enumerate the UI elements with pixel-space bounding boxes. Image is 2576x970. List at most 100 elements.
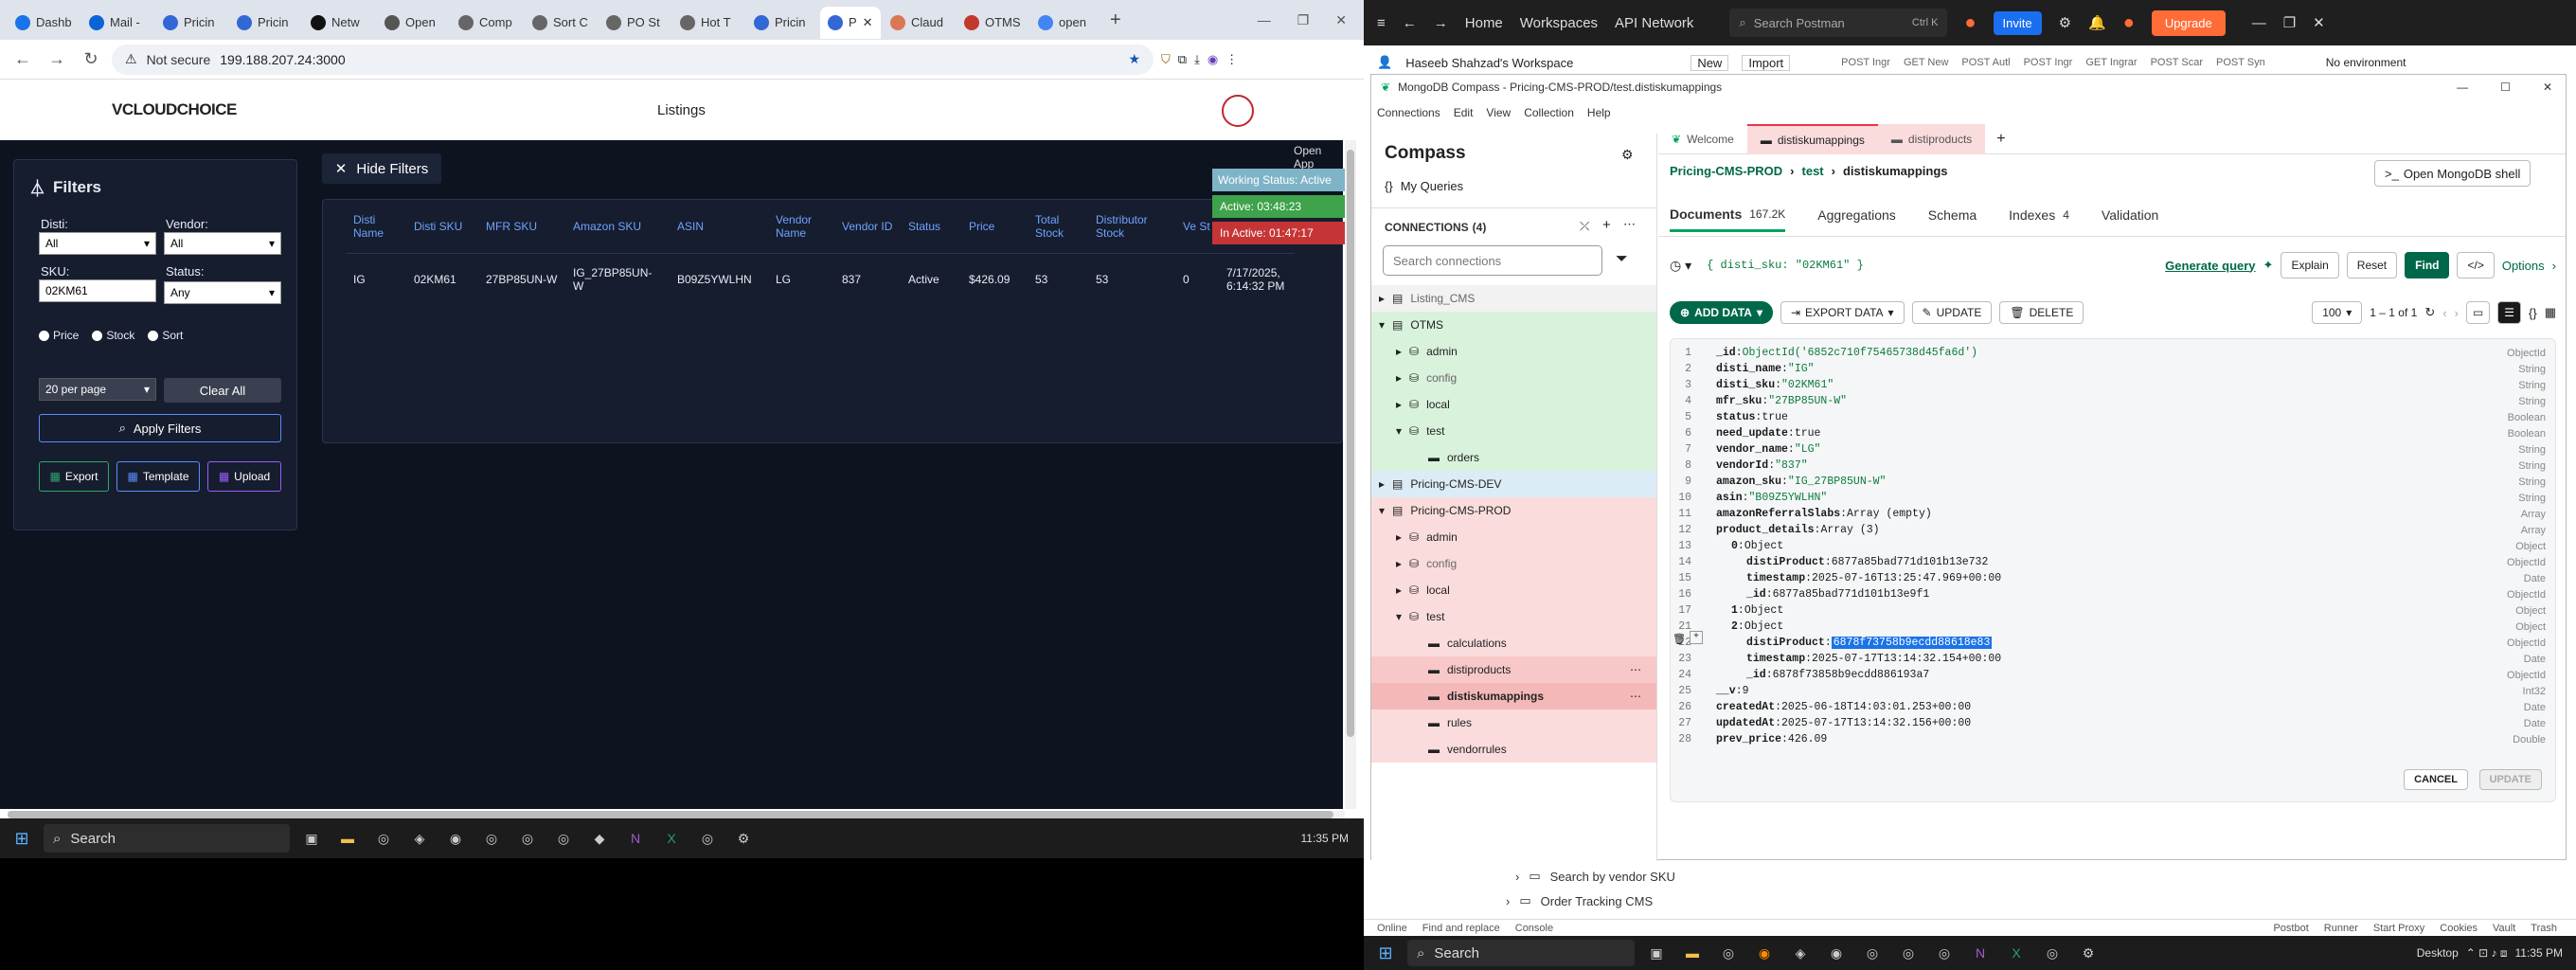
- restore-icon[interactable]: ❐: [2283, 14, 2296, 31]
- field-key[interactable]: _id: [1716, 347, 1736, 359]
- browser-tab[interactable]: Mail -: [81, 7, 153, 39]
- avatar[interactable]: ●: [2123, 12, 2135, 34]
- json-view-icon[interactable]: {}: [2529, 306, 2537, 320]
- firefox-icon[interactable]: ◉: [1750, 939, 1779, 967]
- menu-view[interactable]: View: [1486, 106, 1511, 119]
- upload-button[interactable]: ▦ Upload: [207, 461, 281, 492]
- profile-icon[interactable]: ◉: [1208, 52, 1218, 67]
- field-value[interactable]: 2025-06-18T14:03:01.253+00:00: [1781, 701, 1971, 713]
- omnibox[interactable]: ⚠ Not secure 199.188.207.24:3000 ★: [112, 44, 1154, 75]
- export-data-button[interactable]: ⇥ EXPORT DATA ▾: [1780, 301, 1905, 324]
- postman-search[interactable]: ⌕ Search Postman Ctrl K: [1729, 9, 1948, 37]
- status-proxy[interactable]: Start Proxy: [2373, 923, 2424, 934]
- menu-icon[interactable]: ≡: [1377, 15, 1386, 31]
- tab-distiproducts[interactable]: ▬ distiproducts: [1877, 123, 1986, 154]
- field-key[interactable]: amazon_sku: [1716, 476, 1781, 488]
- disti-select[interactable]: All ▾: [39, 232, 156, 255]
- browser-tab[interactable]: Claud: [883, 7, 955, 39]
- environment-select[interactable]: No environment: [2326, 56, 2406, 69]
- field-value[interactable]: 6878f73758b9ecdd88618e83: [1831, 637, 1993, 649]
- browser-tab[interactable]: Netw: [303, 7, 375, 39]
- browser-tab[interactable]: PO St: [599, 7, 671, 39]
- update-button[interactable]: ✎ UPDATE: [1911, 301, 1993, 324]
- browser-tab[interactable]: Pricin: [155, 7, 227, 39]
- tree-item[interactable]: ▸ ⛁ admin: [1371, 338, 1656, 365]
- browser-tab[interactable]: Pricin: [229, 7, 301, 39]
- browser-tab[interactable]: open: [1030, 7, 1102, 39]
- open-shell-button[interactable]: >_ Open MongoDB shell: [2374, 160, 2531, 187]
- radio-stock[interactable]: Stock: [92, 329, 134, 342]
- request-tab[interactable]: POST Ingr: [2024, 57, 2073, 68]
- search-connections-input[interactable]: Search connections: [1383, 245, 1602, 276]
- windows-start-icon[interactable]: ⊞: [1371, 939, 1400, 967]
- document-line[interactable]: 24 _id : 6878f73858b9ecdd886193a7 ObjectId: [1671, 667, 2555, 683]
- windows-start-icon[interactable]: ⊞: [8, 824, 36, 853]
- template-button[interactable]: ▦ Template: [116, 461, 200, 492]
- field-value[interactable]: Object: [1744, 604, 1783, 617]
- explain-button[interactable]: Explain: [2281, 252, 2339, 278]
- prev-page-icon[interactable]: ‹: [2442, 306, 2446, 320]
- request-tab[interactable]: GET Ingrar: [2085, 57, 2137, 68]
- document-line[interactable]: 10 asin : "B09Z5YWLHN" String: [1671, 490, 2555, 506]
- reset-button[interactable]: Reset: [2346, 252, 2398, 278]
- onenote-icon[interactable]: N: [621, 824, 650, 853]
- field-key[interactable]: disti_name: [1716, 363, 1781, 375]
- minimize-icon[interactable]: —: [2252, 15, 2266, 31]
- tree-item[interactable]: ▾ ⛁ test: [1371, 418, 1656, 444]
- menu-connections[interactable]: Connections: [1377, 106, 1440, 119]
- document-line[interactable]: 21 2 : Object Object: [1671, 619, 2555, 635]
- document-line[interactable]: 26 createdAt : 2025-06-18T14:03:01.253+00…: [1671, 699, 2555, 715]
- field-value[interactable]: "B09Z5YWLHN": [1749, 492, 1828, 504]
- cancel-button[interactable]: CANCEL: [2404, 769, 2468, 790]
- field-value[interactable]: 6878f73858b9ecdd886193a7: [1773, 669, 1930, 681]
- field-value[interactable]: 2025-07-17T13:14:32.154+00:00: [1812, 653, 2001, 665]
- document-line[interactable]: 17 1 : Object Object: [1671, 602, 2555, 619]
- field-key[interactable]: _id: [1746, 588, 1766, 601]
- request-tab[interactable]: POST Autl: [1961, 57, 2010, 68]
- clear-all-button[interactable]: Clear All: [164, 378, 281, 403]
- chrome-icon[interactable]: ◎: [369, 824, 398, 853]
- my-queries-link[interactable]: {} My Queries: [1385, 179, 1463, 193]
- browser-tab[interactable]: Dashb: [8, 7, 80, 39]
- document-line[interactable]: 13 0 : Object Object: [1671, 538, 2555, 554]
- import-button[interactable]: Import: [1742, 54, 1791, 71]
- settings-icon[interactable]: ⚙: [2059, 14, 2071, 31]
- status-trash[interactable]: Trash: [2531, 923, 2557, 934]
- app-icon[interactable]: ◎: [477, 824, 506, 853]
- menu-edit[interactable]: Edit: [1454, 106, 1474, 119]
- document-line[interactable]: 25 __v : 9 Int32: [1671, 683, 2555, 699]
- document-line[interactable]: 3 disti_sku : "02KM61" String: [1671, 377, 2555, 393]
- browser-tab[interactable]: Open: [377, 7, 449, 39]
- field-key[interactable]: prev_price: [1716, 733, 1781, 745]
- tree-item[interactable]: ▸ ⛁ local: [1371, 391, 1656, 418]
- subtab-documents[interactable]: Documents 167.2K: [1670, 198, 1786, 232]
- field-value[interactable]: Object: [1744, 540, 1783, 552]
- per-page-select[interactable]: 20 per page ▾: [39, 378, 156, 401]
- browser-tab[interactable]: Comp: [451, 7, 523, 39]
- tree-item[interactable]: ▬ vendorrules: [1371, 736, 1656, 763]
- app-icon[interactable]: ◎: [549, 824, 578, 853]
- browser-tab[interactable]: Pricin: [746, 7, 818, 39]
- menu-collection[interactable]: Collection: [1524, 106, 1574, 119]
- table-row[interactable]: IG 02KM61 27BP85UN-W IG_27BP85UN-W B09Z5…: [346, 252, 1295, 306]
- field-value[interactable]: "LG": [1795, 443, 1821, 456]
- field-value[interactable]: "IG_27BP85UN-W": [1788, 476, 1887, 488]
- add-data-button[interactable]: ⊕ ADD DATA ▾: [1670, 301, 1773, 324]
- document-line[interactable]: 12 product_details : Array (3) Array: [1671, 522, 2555, 538]
- code-icon[interactable]: </>: [2457, 252, 2495, 278]
- back-icon[interactable]: ←: [1403, 15, 1417, 31]
- scrollbar-thumb[interactable]: [8, 811, 1333, 818]
- document-line[interactable]: 14 distiProduct : 6877a85bad771d101b13e73…: [1671, 554, 2555, 570]
- minimize-icon[interactable]: —: [2457, 81, 2468, 94]
- col-header[interactable]: Vendor Name: [768, 200, 834, 253]
- browser-tab[interactable]: OTMS: [957, 7, 1029, 39]
- radio-sort[interactable]: Sort: [148, 329, 183, 342]
- col-header[interactable]: Amazon SKU: [565, 200, 670, 253]
- field-key[interactable]: distiProduct: [1746, 637, 1825, 649]
- query-input[interactable]: { disti_sku: "02KM61" }: [1699, 251, 2157, 279]
- col-header[interactable]: Distributor Stock: [1088, 200, 1175, 253]
- tab-distiskumappings[interactable]: ▬ distiskumappings: [1746, 123, 1878, 154]
- field-value[interactable]: "IG": [1788, 363, 1815, 375]
- subtab-indexes[interactable]: Indexes 4: [2009, 207, 2069, 223]
- document-line[interactable]: 23 timestamp : 2025-07-17T13:14:32.154+00…: [1671, 651, 2555, 667]
